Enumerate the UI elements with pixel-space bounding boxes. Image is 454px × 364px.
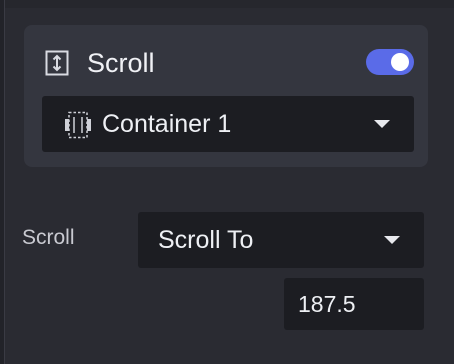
chevron-down-icon [384, 236, 400, 244]
scroll-target-value: Container 1 [102, 110, 232, 138]
scroll-card: Scroll Container 1 [24, 25, 428, 167]
scroll-card-title: Scroll [87, 48, 155, 78]
scroll-action-select[interactable]: Scroll To [138, 212, 424, 268]
toggle-knob [391, 53, 409, 71]
scroll-action-value: Scroll To [158, 226, 254, 254]
scroll-amount-input[interactable] [284, 278, 424, 330]
scroll-enabled-toggle[interactable] [366, 49, 414, 75]
panel-left-edge [0, 0, 5, 364]
chevron-down-icon [374, 120, 390, 128]
container-icon [64, 111, 92, 139]
scroll-property-label: Scroll [22, 226, 75, 249]
panel-top-strip [5, 0, 454, 8]
scroll-target-select[interactable]: Container 1 [42, 96, 414, 152]
vertical-resize-icon [45, 50, 69, 76]
